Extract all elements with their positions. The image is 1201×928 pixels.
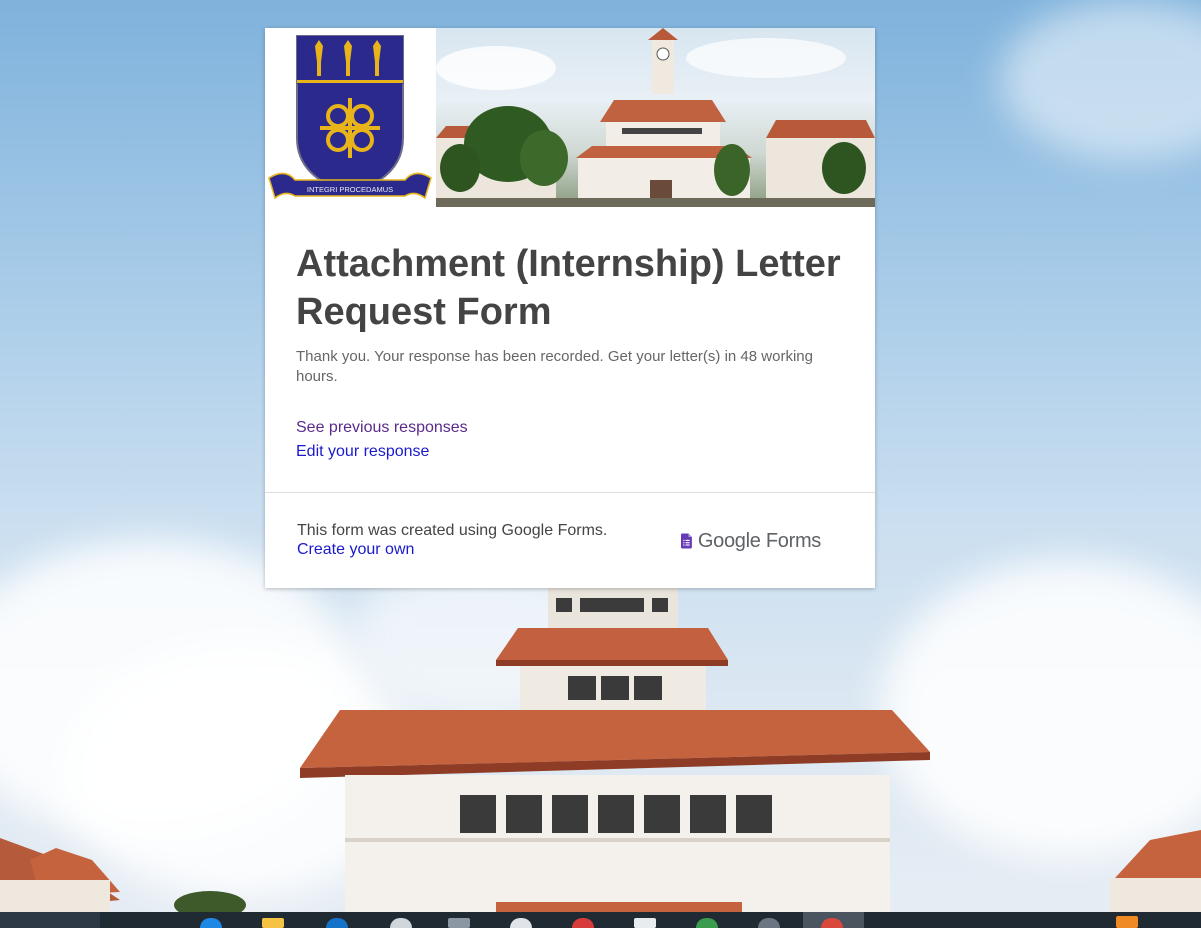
- edit-response-link[interactable]: Edit your response: [296, 442, 429, 462]
- app-icon[interactable]: [390, 918, 412, 928]
- store-icon[interactable]: [326, 918, 348, 928]
- tray-app-icon[interactable]: [1116, 916, 1138, 928]
- create-your-own-link[interactable]: Create your own: [297, 540, 414, 559]
- footer-divider: [265, 492, 875, 493]
- form-header-banner: INTEGRI PROCEDAMUS: [265, 28, 875, 207]
- crest-motto-text: INTEGRI PROCEDAMUS: [307, 185, 393, 194]
- folder-icon[interactable]: [262, 918, 284, 928]
- google-forms-icon: [681, 533, 692, 549]
- confirmation-message: Thank you. Your response has been record…: [296, 348, 822, 385]
- form-title: Attachment (Internship) Letter Request F…: [296, 243, 841, 333]
- google-forms-logo[interactable]: Google Forms: [681, 527, 821, 555]
- form-confirmation-card: INTEGRI PROCEDAMUS Attachment (Internshi…: [265, 28, 875, 588]
- opera-icon[interactable]: [572, 918, 594, 928]
- document-icon[interactable]: [634, 918, 656, 928]
- chrome-icon[interactable]: [510, 918, 532, 928]
- browser-icon: [821, 918, 843, 928]
- media-icon[interactable]: [696, 918, 718, 928]
- taskbar: [0, 912, 1201, 928]
- edge-icon[interactable]: [200, 918, 222, 928]
- university-crest: INTEGRI PROCEDAMUS: [265, 28, 436, 207]
- see-previous-responses-link[interactable]: See previous responses: [296, 418, 468, 438]
- start-button[interactable]: [0, 912, 100, 928]
- shield-icon[interactable]: [758, 918, 780, 928]
- camera-icon[interactable]: [448, 918, 470, 928]
- campus-photo: [436, 28, 875, 207]
- google-forms-logo-text: Google Forms: [697, 529, 821, 552]
- created-with-text: This form was created using Google Forms…: [297, 522, 608, 539]
- active-taskbar-app[interactable]: [803, 912, 864, 928]
